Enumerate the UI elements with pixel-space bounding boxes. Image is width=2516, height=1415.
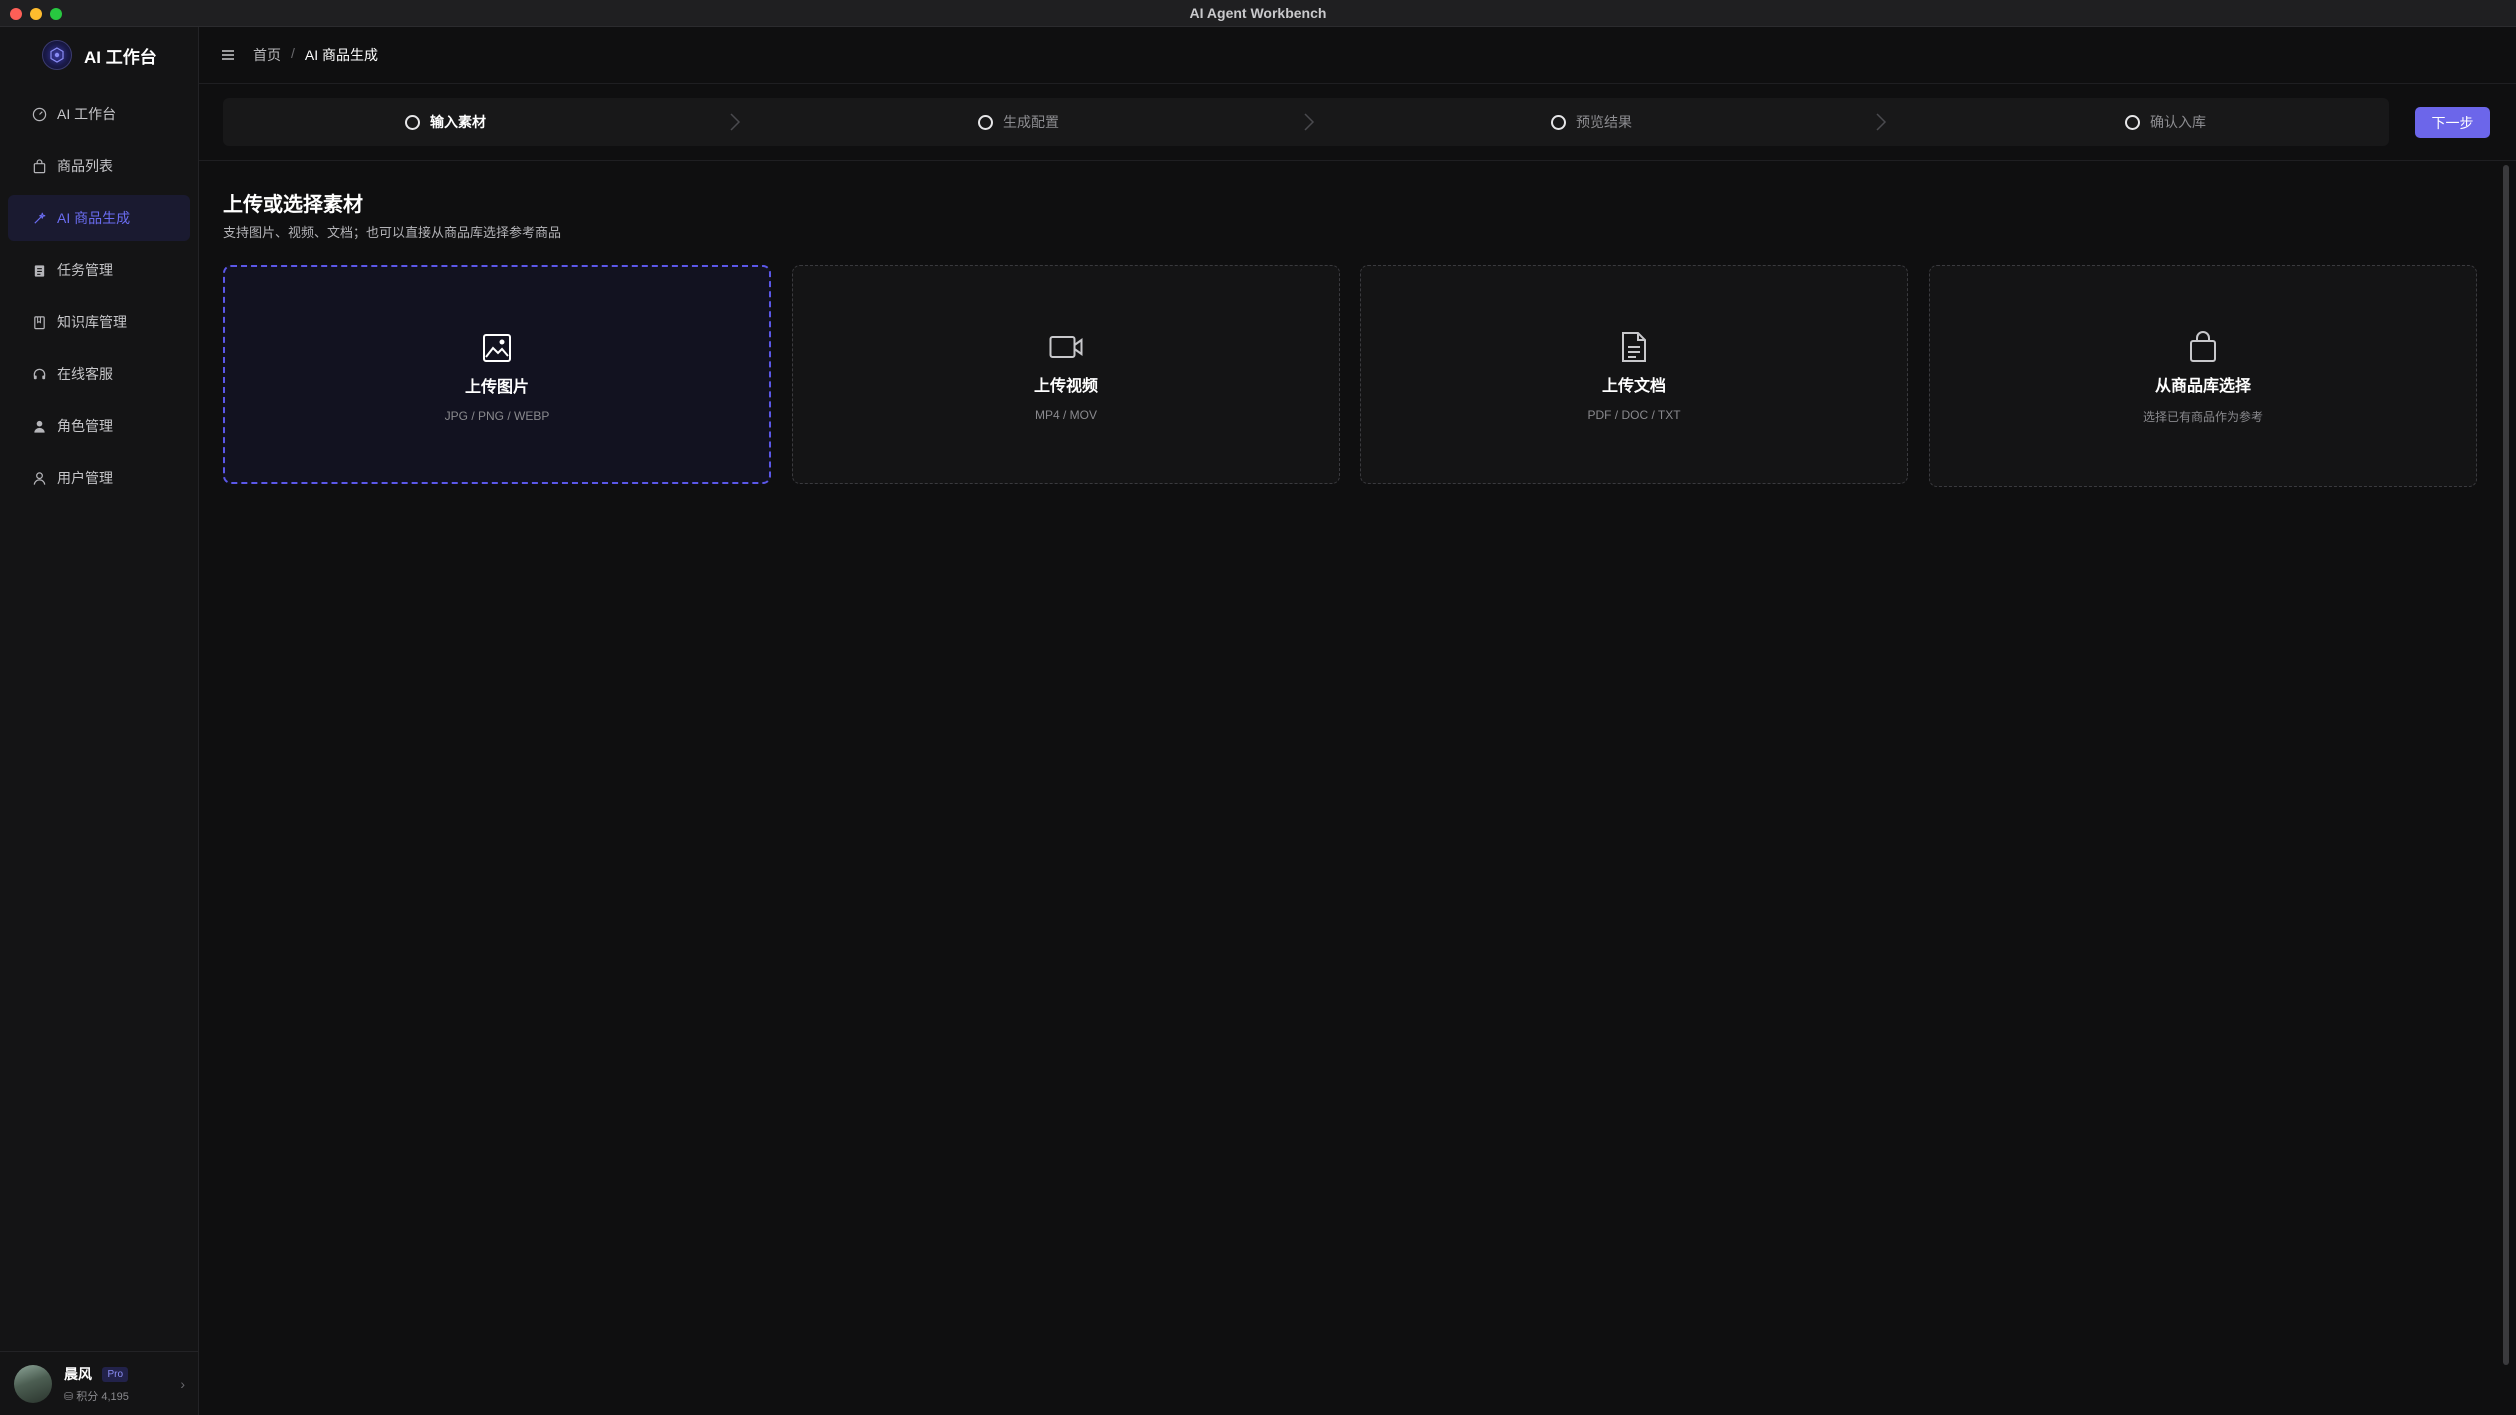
brand-name: AI 工作台 [84, 47, 157, 67]
card-subtitle: 选择已有商品作为参考 [2142, 410, 2263, 424]
sidebar-item-products[interactable]: 商品列表 [8, 143, 190, 189]
brand[interactable]: AI 工作台 [0, 27, 198, 83]
user-name: 晨风 [64, 1365, 92, 1382]
sidebar-item-label: 角色管理 [57, 418, 113, 434]
user-points: 积分 4,195 [76, 1390, 129, 1403]
step-circle-icon [2125, 114, 2140, 130]
points-row: ⛁ 积分 4,195 [64, 1388, 129, 1404]
card-subtitle: JPG / PNG / WEBP [444, 409, 550, 423]
minimize-window-button[interactable] [30, 8, 42, 20]
task-icon [34, 264, 45, 277]
chevron-right-icon [1876, 113, 1887, 131]
scrollbar[interactable] [2503, 165, 2509, 1365]
close-window-button[interactable] [10, 8, 22, 20]
sidebar-item-ai-product-generation[interactable]: AI 商品生成 [8, 195, 190, 241]
upload-video-card[interactable]: 上传视频 MP4 / MOV [792, 265, 1340, 484]
breadcrumb-separator: / [291, 45, 295, 61]
sidebar-item-customer-service[interactable]: 在线客服 [8, 351, 190, 397]
step-preview-results[interactable]: 预览结果 [1551, 98, 1632, 146]
step-indicator: 输入素材 生成配置 预览结果 确认入库 [223, 98, 2389, 146]
book-icon [34, 315, 45, 329]
sidebar-nav: AI 工作台 商品列表 AI 商品生成 任务管理 知识库管理 在线客服 角色管理 [0, 91, 198, 501]
step-label: 确认入库 [2150, 114, 2206, 130]
breadcrumb: 首页 / AI 商品生成 [253, 45, 378, 65]
card-title: 上传视频 [1033, 378, 1098, 395]
logo-icon [42, 40, 72, 70]
section-description: 支持图片、视频、文档；也可以直接从商品库选择参考商品 [223, 225, 562, 240]
step-label: 输入素材 [430, 114, 486, 130]
card-subtitle: MP4 / MOV [1034, 408, 1097, 422]
avatar [14, 1364, 52, 1403]
video-icon [1049, 336, 1083, 358]
dashboard-icon [32, 107, 47, 121]
sidebar-item-label: 知识库管理 [57, 314, 127, 330]
step-label: 预览结果 [1576, 114, 1632, 130]
shopping-bag-icon [2190, 331, 2216, 362]
user-icon [33, 471, 46, 485]
image-icon [483, 334, 511, 362]
sidebar: AI 工作台 AI 工作台 商品列表 AI 商品生成 任务管理 知识库管理 在线… [0, 27, 199, 1415]
step-confirm-storage[interactable]: 确认入库 [2125, 98, 2206, 146]
step-label: 生成配置 [1003, 114, 1059, 130]
sidebar-item-users[interactable]: 用户管理 [8, 455, 190, 501]
chevron-right-icon [1304, 113, 1315, 131]
chevron-right-icon: › [180, 1375, 185, 1392]
top-header: 首页 / AI 商品生成 [199, 27, 2516, 84]
divider [199, 160, 2516, 161]
sidebar-item-knowledge-base[interactable]: 知识库管理 [8, 299, 190, 345]
sidebar-item-roles[interactable]: 角色管理 [8, 403, 190, 449]
section-title: 上传或选择素材 [223, 194, 363, 216]
role-icon [34, 420, 45, 433]
next-step-button[interactable]: 下一步 [2415, 107, 2490, 138]
user-profile-card[interactable]: 晨风 Pro ⛁ 积分 4,195 › [0, 1351, 199, 1415]
step-generation-config[interactable]: 生成配置 [978, 98, 1059, 146]
magic-icon [34, 212, 46, 224]
zoom-window-button[interactable] [50, 8, 62, 20]
step-circle-icon [1551, 114, 1566, 130]
step-input-material[interactable]: 输入素材 [405, 98, 486, 146]
pro-badge: Pro [102, 1366, 129, 1382]
sidebar-item-label: 用户管理 [57, 470, 113, 486]
step-circle-icon [405, 114, 420, 130]
sidebar-item-label: AI 工作台 [57, 106, 117, 122]
select-from-product-library-card[interactable]: 从商品库选择 选择已有商品作为参考 [1929, 265, 2477, 487]
card-subtitle: PDF / DOC / TXT [1587, 408, 1681, 422]
window-controls [10, 8, 62, 20]
user-info: 晨风 Pro ⛁ 积分 4,195 [64, 1364, 129, 1404]
window-titlebar: AI Agent Workbench [0, 0, 2516, 27]
window-title: AI Agent Workbench [1189, 5, 1327, 21]
sidebar-item-label: 任务管理 [57, 262, 113, 278]
sidebar-item-tasks[interactable]: 任务管理 [8, 247, 190, 293]
sidebar-item-ai-workbench[interactable]: AI 工作台 [8, 91, 190, 137]
sidebar-item-label: 商品列表 [57, 158, 113, 174]
shopping-bag-icon [33, 158, 46, 173]
upload-document-card[interactable]: 上传文档 PDF / DOC / TXT [1360, 265, 1908, 484]
menu-toggle-icon[interactable] [221, 49, 235, 61]
breadcrumb-home[interactable]: 首页 [253, 45, 281, 65]
headset-icon [33, 368, 46, 379]
card-title: 上传文档 [1601, 378, 1666, 395]
coin-icon: ⛁ [64, 1390, 74, 1403]
sidebar-item-label: 在线客服 [57, 366, 113, 382]
chevron-right-icon [730, 113, 741, 131]
step-circle-icon [978, 114, 993, 130]
document-icon [1622, 332, 1646, 362]
breadcrumb-current: AI 商品生成 [304, 47, 379, 63]
upload-image-card[interactable]: 上传图片 JPG / PNG / WEBP [223, 265, 771, 484]
sidebar-item-label: AI 商品生成 [57, 210, 131, 226]
card-title: 上传图片 [464, 379, 529, 396]
card-title: 从商品库选择 [2154, 378, 2251, 395]
